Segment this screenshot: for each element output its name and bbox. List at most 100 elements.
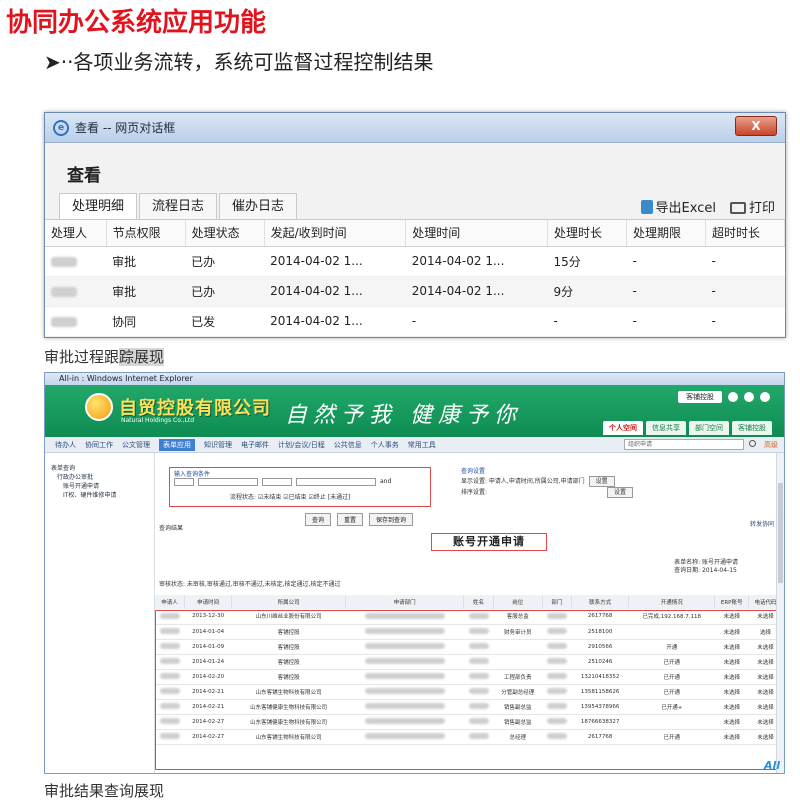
display-settings-button[interactable]: 设置 — [588, 476, 615, 487]
flow-status-filter[interactable]: 流程状态: ☑未结束 ☑已结束 ☑终止 [未通过] — [230, 492, 350, 501]
export-excel-label: 导出Excel — [655, 201, 716, 216]
advanced-search-link[interactable]: 高级 — [764, 440, 778, 450]
table-cell — [542, 639, 572, 655]
operator-select[interactable] — [262, 478, 292, 486]
app-screenshot: All-in : Windows Internet Explorer 自贸控股有… — [44, 372, 785, 774]
vertical-scrollbar[interactable] — [776, 453, 784, 773]
sort-settings-button[interactable]: 设置 — [607, 487, 634, 498]
value-input[interactable] — [296, 478, 376, 486]
table-row[interactable]: 2014-02-27 山东客铺生物科技有限公司 总经理 2617768 已开通 未选择 未选… — [155, 729, 783, 745]
column-header[interactable]: 申请人 — [155, 595, 186, 609]
tab-urge-log[interactable]: 催办日志 — [219, 193, 297, 219]
column-header[interactable]: 处理时长 — [547, 220, 627, 247]
close-button[interactable]: X — [735, 116, 777, 136]
tab-info-share[interactable]: 信息共享 — [646, 421, 686, 435]
nav-item[interactable]: 表单应用 — [159, 438, 195, 451]
and-select[interactable]: and — [380, 478, 402, 486]
print-button[interactable]: 打印 — [729, 197, 775, 216]
column-header[interactable]: 岗位 — [493, 595, 543, 609]
nav-item[interactable]: 公共信息 — [334, 440, 362, 450]
forward-button[interactable]: 转发协同 — [750, 519, 774, 528]
table-cell: - — [626, 306, 706, 337]
column-header[interactable]: 开通情况 — [628, 595, 716, 609]
tree-item-admin[interactable]: 行政办公审批 — [51, 472, 154, 481]
tree-item-form-query[interactable]: 表单查询 — [51, 463, 154, 472]
tree-item-account[interactable]: 账号开通申请 — [51, 481, 154, 490]
table-cell: 已开通 — [628, 654, 715, 670]
query-button[interactable]: 查询 — [305, 513, 332, 526]
table-cell: 开通 — [628, 639, 715, 655]
column-header[interactable]: 处理状态 — [185, 220, 265, 247]
table-row[interactable]: 2013-12-30 山东川维丝业股份有限公司 客服总监 2617768 已完成,192… — [155, 609, 783, 625]
unit-select[interactable]: 客铺控股 — [678, 391, 722, 403]
table-cell: - — [705, 276, 785, 307]
nav-item[interactable]: 个人事务 — [371, 440, 399, 450]
tab-dept-space[interactable]: 部门空间 — [689, 421, 729, 435]
column-header[interactable]: 姓名 — [463, 595, 494, 609]
tab-flow-log[interactable]: 流程日志 — [139, 193, 217, 219]
table-cell: 客铺控股 — [231, 639, 346, 655]
tab-process-detail[interactable]: 处理明细 — [59, 193, 137, 219]
help-icon[interactable] — [744, 392, 754, 402]
nav-item[interactable]: 电子邮件 — [241, 440, 269, 450]
table-cell — [345, 654, 464, 670]
tab-personal-space[interactable]: 个人空间 — [603, 421, 643, 435]
nav-item[interactable]: 计划/会议/日程 — [278, 440, 325, 450]
table-row[interactable]: 2014-02-21 山东客铺健康生物科技有限公司 销售副总监 13954378966… — [155, 699, 783, 715]
table-cell — [463, 714, 494, 730]
column-header[interactable]: ERP账号 — [714, 595, 749, 609]
column-header[interactable]: 处理人 — [45, 220, 107, 247]
table-row[interactable]: 2014-01-09 客铺控股 2910566 开通 未选择 未选择 — [155, 639, 783, 655]
table-row[interactable]: 2014-01-04 客铺控股 财务审计员 2518100 未选择 选择 — [155, 624, 783, 640]
column-header[interactable]: 申请部门 — [345, 595, 465, 609]
sort-settings: 排序设置: — [461, 489, 488, 496]
export-excel-button[interactable]: 导出Excel — [640, 197, 716, 216]
table-row[interactable]: 2014-02-20 客铺控股 工程部负责 13210418352 已开通 未选择 未选择 — [155, 669, 783, 685]
scrollbar-thumb[interactable] — [778, 483, 783, 583]
process-detail-table: 处理人 节点权限 处理状态 发起/收到时间 处理时间 处理时长 处理期限 超时时长 审批 已办 2… — [45, 220, 785, 337]
table-cell: 13210418352 — [571, 669, 629, 685]
redacted-value — [468, 673, 489, 680]
tree-item-it-repair[interactable]: IT权、硬件维修申请 — [51, 490, 154, 499]
table-cell — [542, 654, 572, 670]
nav-search-input[interactable]: 组织申请 — [624, 439, 744, 450]
column-header[interactable]: 处理期限 — [626, 220, 706, 247]
company-sub: Natural Holdings Co.,Ltd — [121, 417, 195, 424]
column-header[interactable]: 部门 — [542, 595, 573, 609]
ie-icon: e — [53, 119, 69, 136]
save-query-button[interactable]: 保存到查询 — [369, 513, 414, 526]
column-header[interactable]: 处理时间 — [405, 220, 548, 247]
table-row[interactable]: 2014-02-27 山东客铺健康生物科技有限公司 销售副总监 18766638327… — [155, 714, 783, 730]
column-header[interactable]: 申请时间 — [184, 595, 233, 609]
table-cell — [345, 684, 464, 700]
redacted-value — [546, 613, 567, 619]
table-cell: 未选择 — [714, 654, 749, 670]
settings-icon[interactable] — [728, 392, 738, 402]
redacted-value — [364, 673, 445, 680]
column-header[interactable]: 所属公司 — [231, 595, 347, 609]
table-cell — [542, 684, 572, 700]
table-row[interactable]: 2014-02-21 山东客铺生物科技有限公司 分管副总经理 13581158626 已… — [155, 684, 783, 700]
table-cell: 已办 — [185, 276, 265, 307]
tab-company[interactable]: 客铺控股 — [732, 421, 772, 435]
column-header[interactable]: 超时时长 — [705, 220, 785, 247]
table-cell — [345, 624, 464, 640]
table-row[interactable]: 2014-01-24 客铺控股 2510246 已开通 未选择 未选择 — [155, 654, 783, 670]
logout-icon[interactable] — [760, 392, 770, 402]
table-cell — [463, 639, 494, 655]
column-header[interactable]: 节点权限 — [106, 220, 186, 247]
query-conditions-label: 输入查询条件 — [174, 471, 211, 478]
nav-item[interactable]: 公文管理 — [122, 440, 150, 450]
nav-item[interactable]: 待办人 — [55, 440, 76, 450]
table-row: 审批 已办 2014-04-02 1... 2014-04-02 1... 15分 - - — [45, 246, 785, 277]
column-header[interactable]: 联系方式 — [571, 595, 630, 609]
search-icon[interactable] — [749, 440, 756, 447]
field-select[interactable] — [198, 478, 258, 486]
nav-item[interactable]: 知识管理 — [204, 440, 232, 450]
nav-item[interactable]: 常用工具 — [408, 440, 436, 450]
nav-item[interactable]: 协同工作 — [85, 440, 113, 450]
redacted-value — [546, 703, 567, 710]
bracket-select[interactable] — [174, 478, 194, 486]
column-header[interactable]: 发起/收到时间 — [264, 220, 407, 247]
reset-button[interactable]: 重置 — [337, 513, 364, 526]
